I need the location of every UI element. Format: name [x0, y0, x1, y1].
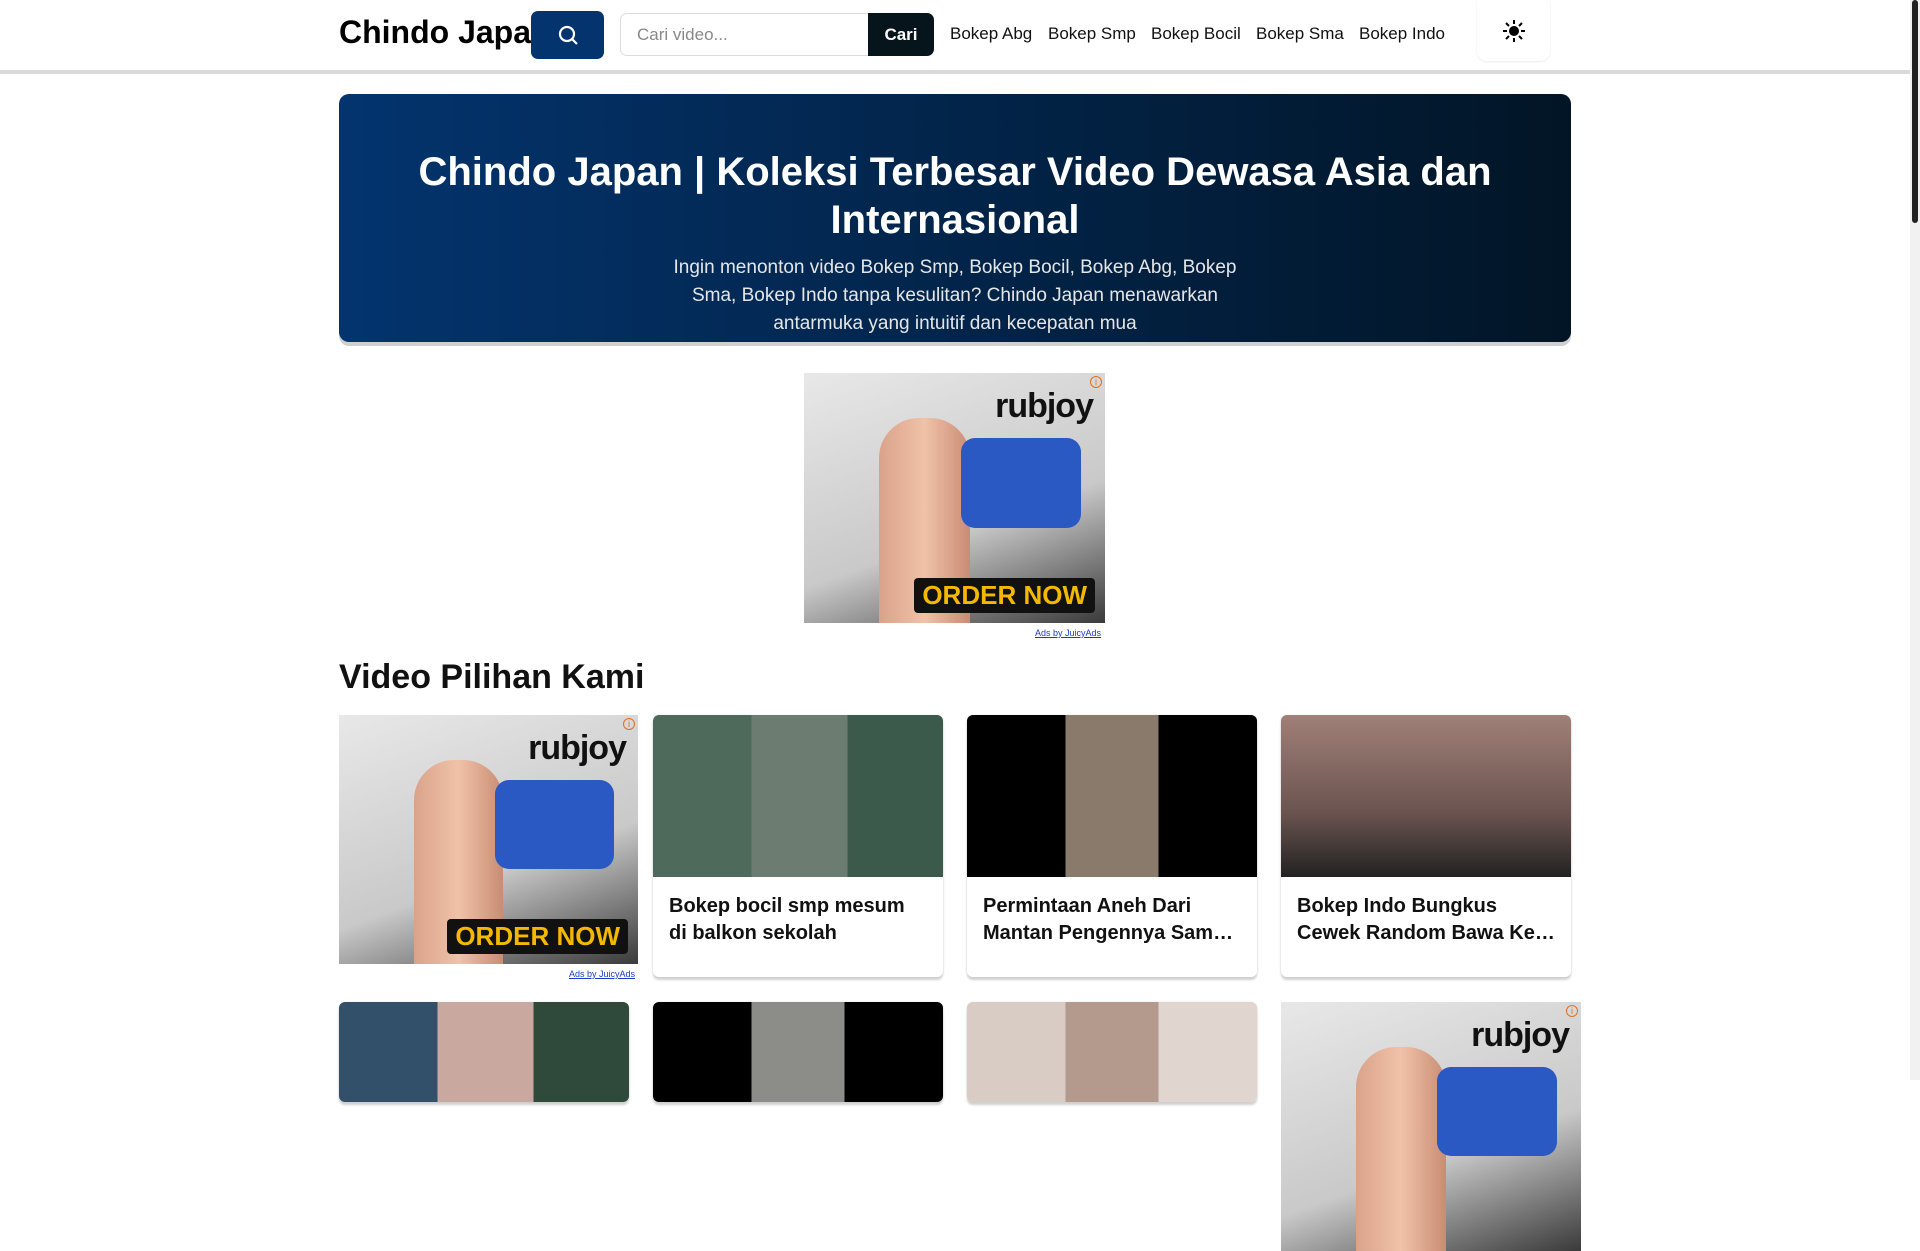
page-scrollbar[interactable] [1910, 0, 1920, 1080]
section-title: Video Pilihan Kami [339, 658, 645, 696]
video-card[interactable]: Bokep Indo Bungkus Cewek Random Bawa Ke … [1281, 715, 1571, 977]
nav-bokep-smp[interactable]: Bokep Smp [1048, 24, 1136, 44]
video-card[interactable] [967, 1002, 1257, 1102]
nav-bokep-indo[interactable]: Bokep Indo [1359, 24, 1445, 44]
ad-info-icon[interactable]: i [1090, 376, 1102, 388]
site-header: Chindo Japan Cari Bokep Abg Bokep Smp Bo… [0, 0, 1910, 70]
search-submit-button[interactable]: Cari [868, 13, 934, 56]
video-thumbnail[interactable] [653, 1002, 943, 1102]
ad-device-image [1437, 1066, 1557, 1157]
theme-toggle-button[interactable] [1477, 0, 1550, 61]
video-title[interactable]: Bokep Indo Bungkus Cewek Random Bawa Ke … [1297, 893, 1555, 947]
hero-banner: Chindo Japan | Koleksi Terbesar Video De… [339, 94, 1571, 342]
video-thumbnail[interactable] [1281, 715, 1571, 877]
hero-subtitle: Ingin menonton video Bokep Smp, Bokep Bo… [673, 257, 1237, 334]
ad-brand: rubjoy [995, 387, 1094, 425]
ad-label-link[interactable]: Ads by JuicyAds [1035, 628, 1101, 638]
nav-bokep-bocil[interactable]: Bokep Bocil [1151, 24, 1241, 44]
header-divider [0, 70, 1910, 74]
video-title[interactable]: Bokep bocil smp mesum di balkon sekolah [669, 893, 927, 947]
site-logo[interactable]: Chindo Japan [339, 14, 551, 51]
ad-cta: ORDER NOW [914, 578, 1095, 613]
ad-brand: rubjoy [528, 729, 627, 767]
video-thumbnail[interactable] [967, 715, 1257, 877]
banner-ad[interactable]: rubjoy ORDER NOW i [804, 373, 1105, 623]
ad-device-image [494, 779, 615, 870]
video-thumbnail[interactable] [967, 1002, 1257, 1102]
grid-ad[interactable]: rubjoy i [1281, 1002, 1581, 1251]
video-card[interactable] [653, 1002, 943, 1102]
video-card[interactable] [339, 1002, 629, 1102]
nav-bokep-abg[interactable]: Bokep Abg [950, 24, 1032, 44]
ad-label-link[interactable]: Ads by JuicyAds [569, 969, 635, 979]
video-card[interactable]: Bokep bocil smp mesum di balkon sekolah [653, 715, 943, 977]
ad-cta: ORDER NOW [447, 919, 628, 954]
ad-product-image [1356, 1046, 1446, 1251]
scrollbar-thumb[interactable] [1912, 0, 1918, 223]
video-thumbnail[interactable] [339, 1002, 629, 1102]
ad-info-icon[interactable]: i [1566, 1005, 1578, 1017]
search-icon [558, 25, 578, 45]
video-card[interactable]: Permintaan Aneh Dari Mantan Pengennya Sa… [967, 715, 1257, 977]
search-input[interactable] [620, 13, 868, 56]
ad-brand: rubjoy [1471, 1016, 1570, 1054]
ad-info-icon[interactable]: i [623, 718, 635, 730]
hero-title: Chindo Japan | Koleksi Terbesar Video De… [418, 150, 1492, 242]
search-toggle-button[interactable] [531, 11, 604, 59]
video-title[interactable]: Permintaan Aneh Dari Mantan Pengennya Sa… [983, 893, 1241, 947]
grid-ad[interactable]: rubjoy ORDER NOW i [339, 715, 638, 964]
ad-device-image [960, 438, 1081, 528]
video-thumbnail[interactable] [653, 715, 943, 877]
sun-icon [1502, 19, 1525, 42]
nav-bokep-sma[interactable]: Bokep Sma [1256, 24, 1344, 44]
